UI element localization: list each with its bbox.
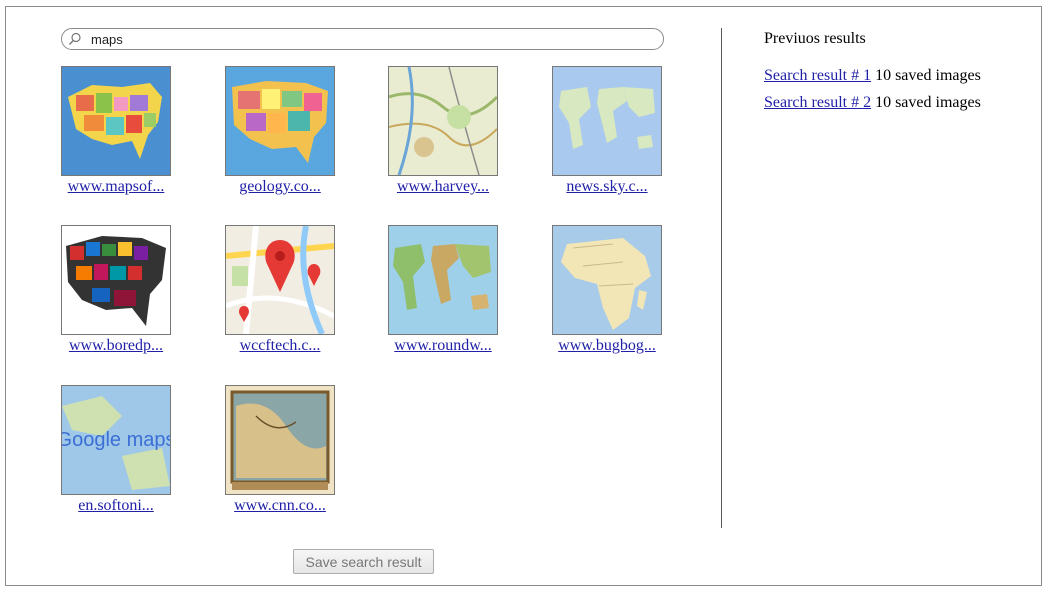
search-input[interactable]: [91, 30, 651, 48]
result-link[interactable]: www.bugbog...: [558, 337, 656, 355]
save-search-result-button[interactable]: Save search result: [293, 549, 434, 574]
result-thumbnail-africa-map[interactable]: [552, 225, 662, 335]
result-tile: www.roundw...: [378, 225, 508, 355]
result-thumbnail-world-physical-map[interactable]: [388, 225, 498, 335]
result-tile: www.mapsof...: [51, 66, 181, 196]
previous-result-item: Search result # 1 10 saved images: [764, 67, 981, 85]
previous-result-count: 10 saved images: [871, 67, 981, 84]
previous-result-link[interactable]: Search result # 2: [764, 94, 871, 111]
result-thumbnail-usa-political-map[interactable]: [225, 66, 335, 176]
result-tile: wccftech.c...: [215, 225, 345, 355]
result-link[interactable]: www.cnn.co...: [234, 497, 326, 515]
result-thumbnail-topographic-map[interactable]: [388, 66, 498, 176]
previous-results-heading: Previuos results: [764, 30, 866, 47]
result-tile: www.bugbog...: [542, 225, 672, 355]
search-icon: [68, 32, 81, 45]
result-link[interactable]: wccftech.c...: [240, 337, 321, 355]
result-tile: Google maps en.softoni...: [51, 385, 181, 515]
result-link[interactable]: www.roundw...: [394, 337, 491, 355]
result-tile: www.cnn.co...: [215, 385, 345, 515]
result-tile: news.sky.c...: [542, 66, 672, 196]
result-thumbnail-usa-brand-logos-map[interactable]: [61, 225, 171, 335]
previous-result-count: 10 saved images: [871, 94, 981, 111]
result-tile: geology.co...: [215, 66, 345, 196]
result-thumbnail-world-map-light[interactable]: [552, 66, 662, 176]
result-tile: www.harvey...: [378, 66, 508, 196]
result-link[interactable]: geology.co...: [239, 178, 321, 196]
result-thumbnail-google-maps-logo[interactable]: Google maps: [61, 385, 171, 495]
result-link[interactable]: news.sky.c...: [566, 178, 647, 196]
result-link[interactable]: www.boredp...: [69, 337, 163, 355]
result-tile: www.boredp...: [51, 225, 181, 355]
result-thumbnail-map-pin-graphic[interactable]: [225, 225, 335, 335]
search-box[interactable]: [61, 28, 664, 50]
result-link[interactable]: www.harvey...: [397, 178, 489, 196]
vertical-divider: [721, 28, 722, 528]
result-link[interactable]: www.mapsof...: [68, 178, 165, 196]
result-link[interactable]: en.softoni...: [78, 497, 154, 515]
previous-result-link[interactable]: Search result # 1: [764, 67, 871, 84]
previous-result-item: Search result # 2 10 saved images: [764, 94, 981, 112]
result-thumbnail-usa-states-map[interactable]: [61, 66, 171, 176]
google-maps-logo-text: Google maps: [62, 429, 170, 451]
result-thumbnail-antique-map[interactable]: [225, 385, 335, 495]
